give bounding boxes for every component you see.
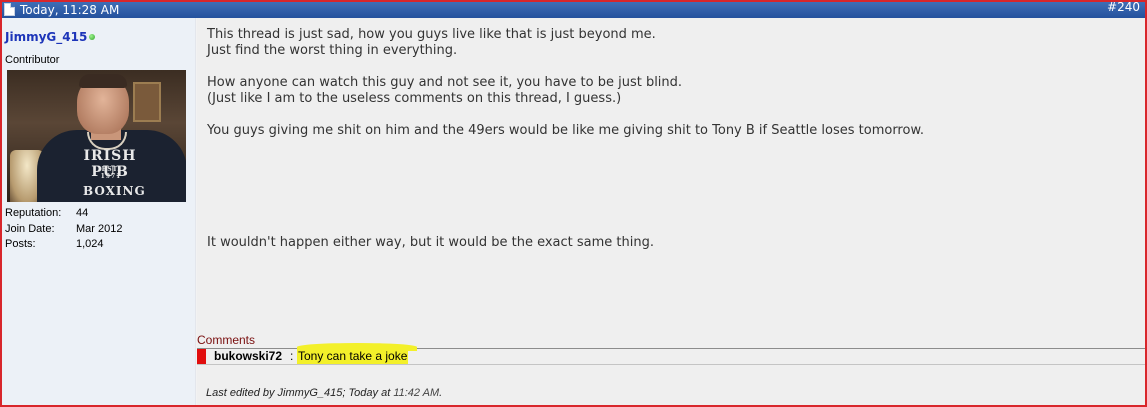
online-status-icon — [89, 34, 95, 40]
user-avatar[interactable]: IRISH PUB EST. 1971 BOXING — [7, 70, 186, 202]
message-line: It wouldn't happen either way, but it wo… — [207, 235, 654, 250]
post-header: Today, 11:28 AM #240 — [2, 0, 1145, 18]
stat-label: Join Date: — [5, 222, 55, 235]
edit-note-suffix: . — [439, 387, 443, 399]
document-icon — [4, 3, 15, 16]
user-info-panel: JimmyG_415 Contributor IRISH PUB EST. 19… — [2, 18, 196, 405]
message-line — [207, 171, 1137, 187]
avatar-shirt-text-2: EST. 1971 — [100, 166, 122, 180]
stat-label: Reputation: — [5, 207, 62, 219]
user-title: Contributor — [5, 54, 60, 66]
message-line — [207, 139, 1137, 155]
comments-bottom-divider — [197, 364, 1145, 365]
post-date: Today, 11:28 AM — [20, 3, 120, 17]
message-line — [207, 203, 1137, 219]
forum-post: Today, 11:28 AM #240 JimmyG_415 Contribu… — [0, 0, 1147, 407]
comment-author-link[interactable]: bukowski72 — [214, 349, 282, 364]
stat-value: 44 — [76, 207, 89, 219]
post-number-link[interactable]: #240 — [1107, 0, 1140, 15]
post-message: This thread is just sad, how you guys li… — [207, 27, 1137, 251]
comment-item: bukowski72 : Tony can take a joke — [197, 343, 1145, 364]
last-edited-note: Last edited by JimmyG_415; Today at 11:4… — [206, 387, 442, 399]
message-line — [207, 107, 1137, 123]
message-line — [207, 155, 1137, 171]
message-line: How anyone can watch this guy and not se… — [207, 75, 683, 90]
message-line: You guys giving me shit on him and the 4… — [207, 123, 925, 138]
avatar-hair — [79, 74, 127, 88]
comment-separator: : — [290, 349, 294, 363]
comments-title: Comments — [197, 333, 256, 347]
message-line: Just find the worst thing in everything. — [207, 43, 458, 58]
avatar-shirt-text-3: BOXING — [83, 184, 146, 198]
message-line: (Just like I am to the useless comments … — [207, 91, 622, 106]
post-content: This thread is just sad, how you guys li… — [197, 18, 1145, 405]
message-line — [207, 187, 1137, 203]
stat-value: 1,024 — [76, 238, 104, 250]
edit-note-time: 11:42 AM — [393, 387, 440, 399]
comment-text: Tony can take a joke — [297, 348, 409, 364]
message-line: This thread is just sad, how you guys li… — [207, 27, 656, 42]
stat-label: Posts: — [5, 238, 36, 250]
stat-value: Mar 2012 — [76, 222, 123, 235]
username-link[interactable]: JimmyG_415 — [5, 30, 87, 44]
message-line — [207, 219, 1137, 235]
comment-marker — [197, 349, 206, 364]
edit-note-prefix: Last edited by JimmyG_415; Today at — [206, 387, 394, 399]
avatar-background-frame — [133, 82, 161, 122]
message-line — [207, 59, 1137, 75]
